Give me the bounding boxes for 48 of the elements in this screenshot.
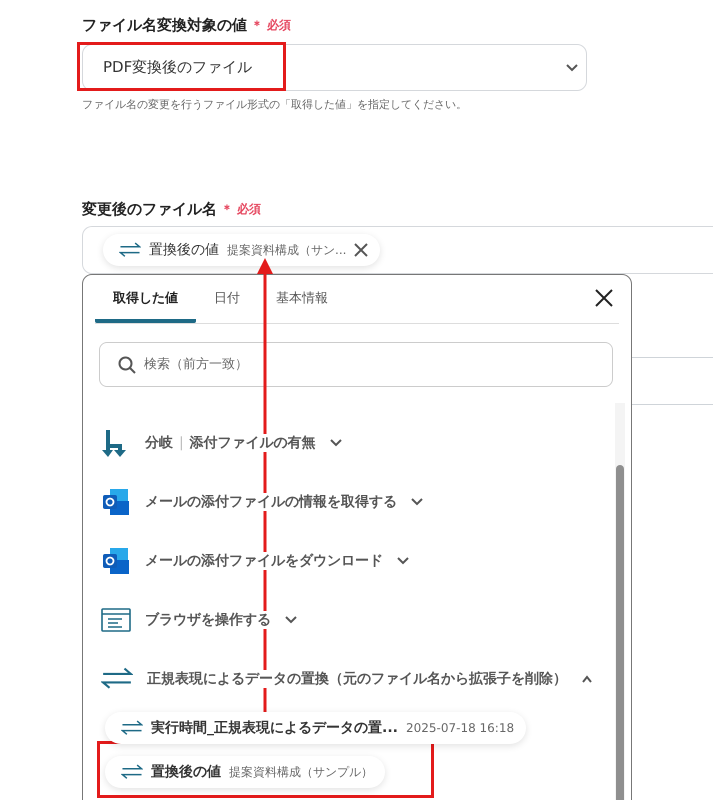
search-field[interactable]: 検索（前方一致） [99,342,613,387]
step-group[interactable]: メールの添付ファイルをダウンロード [95,531,599,590]
required-label: 必須 [237,200,261,218]
step-group[interactable]: 分岐 | 添付ファイルの有無 [95,413,599,472]
value-chip[interactable]: 置換後の値 提案資料構成（サン... [103,234,380,266]
step-title: メールの添付ファイルをダウンロード [145,552,383,570]
chip-name: 置換後の値 [149,241,219,259]
chip-name: 置換後の値 [151,763,221,781]
chip-value: 提案資料構成（サンプル） [229,764,373,780]
chevron-icon[interactable] [397,556,409,564]
chip-value: 提案資料構成（サン... [227,242,346,258]
chevron-icon[interactable] [581,674,593,682]
swap-arrows-icon [121,764,143,780]
required-mark: ＊ [251,16,263,34]
chevron-icon[interactable] [566,64,578,72]
picker-tab[interactable]: 基本情報 [258,287,346,323]
chevron-icon[interactable] [285,616,297,624]
step-title: 分岐 | 添付ファイルの有無 [145,434,316,452]
search-icon [118,356,136,374]
swap-arrows-icon [101,667,133,690]
close-button[interactable] [595,289,613,307]
browser-window-icon [101,608,131,632]
required-mark: ＊ [221,200,233,218]
filename-field[interactable]: 置換後の値 提案資料構成（サン... [82,226,713,274]
picker-tab[interactable]: 日付 [196,287,258,323]
field-label: ファイル名変換対象の値 [82,16,247,34]
scrollbar[interactable] [615,403,625,800]
file-select[interactable]: PDF変換後のファイル [82,44,587,91]
chevron-icon[interactable] [330,438,342,446]
picker-tab[interactable]: 取得した値 [95,287,196,323]
step-group[interactable]: ブラウザを操作する [95,590,599,649]
value-chip[interactable]: 実行時間_正規表現によるデータの置... 2025-07-18 16:18 [105,712,526,744]
step-title: メールの添付ファイルの情報を取得する [145,492,397,510]
mail-app-icon [101,546,131,576]
required-label: 必須 [267,16,291,34]
chip-name: 実行時間_正規表現によるデータの置... [151,719,398,737]
mail-app-icon [101,486,131,516]
step-group[interactable]: メールの添付ファイルの情報を取得する [95,472,599,531]
close-icon[interactable] [354,243,368,257]
field-hint: ファイル名の変更を行うファイル形式の「取得した値」を指定してください。 [82,97,468,112]
chevron-icon[interactable] [411,498,423,506]
swap-arrows-icon [119,242,141,258]
chip-value: 2025-07-18 16:18 [406,721,514,735]
field-label: 変更後のファイル名 [82,200,217,218]
value-chip[interactable]: 置換後の値 提案資料構成（サンプル） [105,756,385,788]
step-group[interactable]: 正規表現によるデータの置換（元のファイル名から拡張子を削除） [95,649,599,708]
swap-arrows-icon [121,720,143,736]
step-title: ブラウザを操作する [145,610,271,628]
